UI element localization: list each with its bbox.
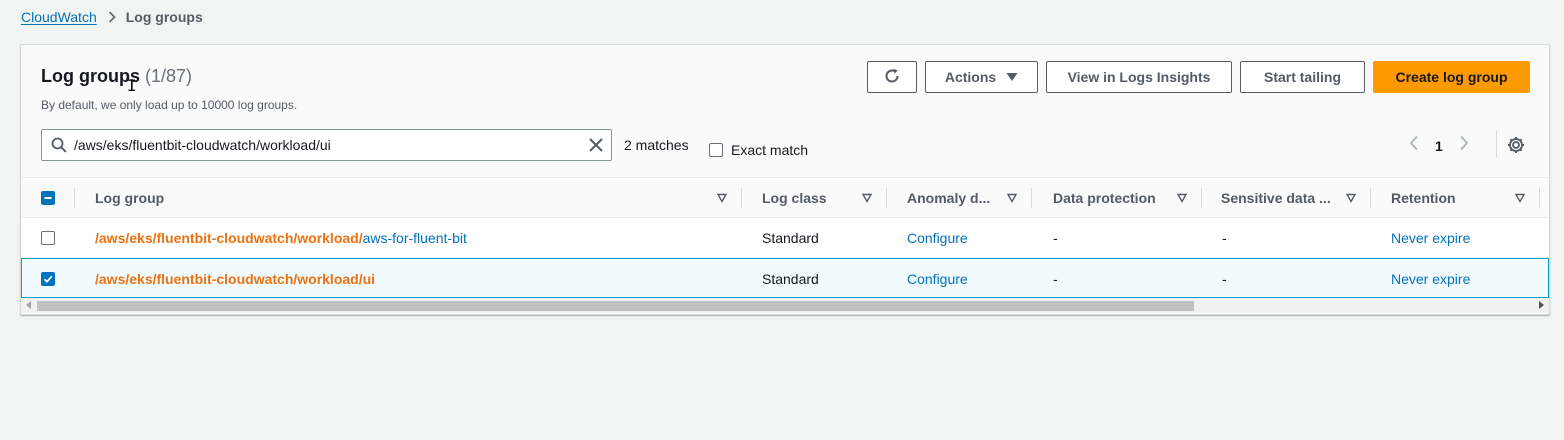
column-header-retention[interactable]: Retention bbox=[1391, 178, 1456, 218]
caret-down-icon bbox=[1006, 69, 1018, 85]
column-divider[interactable] bbox=[741, 188, 742, 208]
sort-icon[interactable] bbox=[1515, 178, 1525, 218]
breadcrumb-cloudwatch-link[interactable]: CloudWatch bbox=[21, 9, 97, 25]
data-protection-cell: - bbox=[1053, 271, 1058, 287]
log-group-cell[interactable]: /aws/eks/fluentbit-cloudwatch/workload/u… bbox=[95, 259, 375, 299]
table-row-selected[interactable]: /aws/eks/fluentbit-cloudwatch/workload/u… bbox=[21, 258, 1549, 298]
log-group-match: /aws/eks/fluentbit-cloudwatch/workload/ bbox=[95, 230, 363, 246]
column-label: Retention bbox=[1391, 190, 1456, 206]
close-icon[interactable] bbox=[587, 136, 605, 159]
start-tailing-button[interactable]: Start tailing bbox=[1240, 61, 1365, 93]
search-input[interactable] bbox=[74, 133, 574, 157]
chevron-right-icon bbox=[108, 11, 116, 23]
column-divider[interactable] bbox=[1031, 188, 1032, 208]
horizontal-scrollbar[interactable] bbox=[21, 298, 1549, 313]
search-icon bbox=[51, 137, 67, 158]
breadcrumb: CloudWatch Log groups bbox=[21, 9, 203, 25]
row-checkbox[interactable] bbox=[41, 231, 55, 245]
title-text: Log groups bbox=[41, 66, 140, 86]
log-group-link[interactable]: /aws/eks/fluentbit-cloudwatch/workload/u… bbox=[95, 271, 375, 287]
row-select-cell[interactable] bbox=[41, 218, 55, 258]
page-number[interactable]: 1 bbox=[1435, 138, 1443, 154]
column-header-data-protection[interactable]: Data protection bbox=[1053, 178, 1156, 218]
match-count: 2 matches bbox=[624, 137, 689, 153]
search-box bbox=[41, 129, 612, 161]
column-divider[interactable] bbox=[1539, 188, 1540, 208]
pager-divider bbox=[1496, 131, 1497, 157]
create-log-group-button[interactable]: Create log group bbox=[1373, 61, 1530, 93]
table-row[interactable]: /aws/eks/fluentbit-cloudwatch/workload/a… bbox=[21, 218, 1549, 258]
row-select-cell[interactable] bbox=[41, 259, 55, 299]
select-all-cell[interactable] bbox=[41, 178, 55, 218]
column-label: Log group bbox=[95, 190, 165, 206]
text-cursor-icon: I bbox=[127, 76, 137, 95]
log-groups-panel: Log groups (1/87) I By default, we only … bbox=[20, 44, 1550, 315]
gear-icon[interactable] bbox=[1507, 136, 1525, 159]
table-header: Log group Log class Anomaly d... Data pr… bbox=[21, 178, 1549, 218]
log-group-suffix: aws-for-fluent-bit bbox=[362, 230, 467, 246]
column-divider[interactable] bbox=[1201, 188, 1202, 208]
column-divider bbox=[74, 188, 75, 208]
sort-icon[interactable] bbox=[862, 178, 872, 218]
log-group-cell[interactable]: /aws/eks/fluentbit-cloudwatch/workload/a… bbox=[95, 218, 467, 258]
anomaly-configure-link[interactable]: Configure bbox=[907, 259, 968, 299]
selection-count: (1/87) bbox=[145, 66, 193, 86]
data-protection-cell: - bbox=[1053, 230, 1058, 246]
chevron-right-icon[interactable] bbox=[1459, 135, 1469, 156]
sort-icon[interactable] bbox=[1007, 178, 1017, 218]
column-header-sensitive-data[interactable]: Sensitive data ... bbox=[1221, 178, 1331, 218]
page-title: Log groups (1/87) bbox=[41, 66, 192, 87]
exact-match-checkbox[interactable] bbox=[709, 143, 723, 157]
log-class-cell: Standard bbox=[762, 230, 819, 246]
sort-icon[interactable] bbox=[1346, 178, 1356, 218]
column-divider[interactable] bbox=[1370, 188, 1371, 208]
pagination: 1 bbox=[1409, 135, 1469, 156]
select-all-checkbox[interactable] bbox=[41, 191, 55, 205]
sort-icon[interactable] bbox=[717, 178, 727, 218]
column-label: Data protection bbox=[1053, 190, 1156, 206]
chevron-left-icon[interactable] bbox=[1409, 135, 1419, 156]
breadcrumb-current: Log groups bbox=[125, 9, 203, 25]
refresh-icon bbox=[883, 67, 901, 88]
column-divider[interactable] bbox=[886, 188, 887, 208]
anomaly-configure-link[interactable]: Configure bbox=[907, 218, 968, 258]
refresh-button[interactable] bbox=[867, 61, 917, 93]
sensitive-data-cell: - bbox=[1222, 271, 1227, 287]
view-in-logs-insights-button[interactable]: View in Logs Insights bbox=[1046, 61, 1232, 93]
exact-match-toggle[interactable]: Exact match bbox=[709, 142, 808, 158]
row-checkbox[interactable] bbox=[41, 272, 55, 286]
actions-dropdown-button[interactable]: Actions bbox=[925, 61, 1038, 93]
log-class-cell: Standard bbox=[762, 271, 819, 287]
retention-link[interactable]: Never expire bbox=[1391, 259, 1470, 299]
scrollbar-thumb[interactable] bbox=[37, 301, 1194, 311]
retention-link[interactable]: Never expire bbox=[1391, 218, 1470, 258]
sort-icon[interactable] bbox=[1177, 178, 1187, 218]
column-label: Sensitive data ... bbox=[1221, 190, 1331, 206]
page-description: By default, we only load up to 10000 log… bbox=[41, 98, 298, 112]
column-label: Anomaly d... bbox=[907, 190, 991, 206]
exact-match-label: Exact match bbox=[731, 142, 809, 158]
actions-label: Actions bbox=[944, 69, 997, 85]
log-group-link[interactable]: /aws/eks/fluentbit-cloudwatch/workload/a… bbox=[95, 230, 467, 246]
scroll-left-icon[interactable] bbox=[26, 301, 31, 309]
column-header-log-group[interactable]: Log group bbox=[95, 178, 164, 218]
panel-header: Log groups (1/87) I By default, we only … bbox=[21, 45, 1549, 178]
column-header-log-class[interactable]: Log class bbox=[762, 178, 827, 218]
column-label: Log class bbox=[762, 190, 827, 206]
log-group-match: /aws/eks/fluentbit-cloudwatch/workload/u… bbox=[95, 271, 376, 287]
sensitive-data-cell: - bbox=[1222, 230, 1227, 246]
scroll-right-icon[interactable] bbox=[1539, 301, 1544, 309]
column-header-anomaly-detection[interactable]: Anomaly d... bbox=[907, 178, 990, 218]
